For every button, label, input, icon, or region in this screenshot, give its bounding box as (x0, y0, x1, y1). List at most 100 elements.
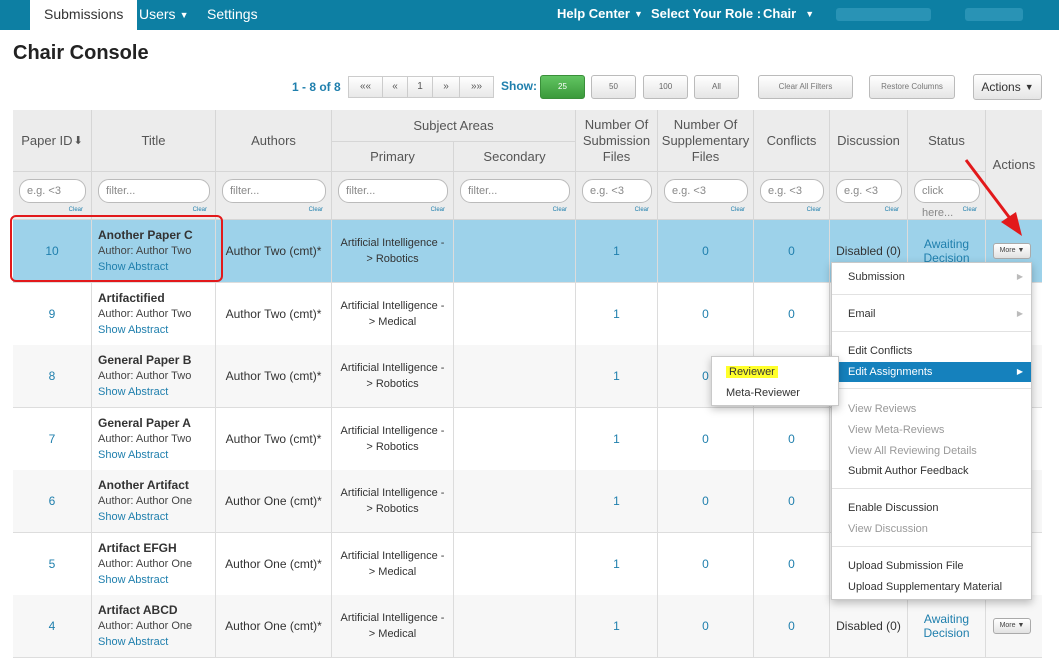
clear-filter-link[interactable]: Clear (731, 207, 745, 213)
page-size-25-button[interactable]: 25 (540, 75, 585, 99)
clear-filter-link[interactable]: Clear (807, 207, 821, 213)
cell-num-supplementary-files[interactable]: 0 (658, 532, 754, 595)
clear-filter-link[interactable]: Clear (431, 207, 445, 213)
col-header-authors[interactable]: Authors (216, 110, 332, 172)
more-actions-button[interactable]: More ▼ (993, 618, 1031, 634)
first-page-button[interactable]: «« (348, 76, 383, 98)
cell-num-submission-files[interactable]: 1 (576, 407, 658, 470)
cell-paper-id[interactable]: 8 (13, 345, 92, 407)
cell-num-supplementary-files[interactable]: 0 (658, 282, 754, 345)
cell-paper-id[interactable]: 5 (13, 532, 92, 595)
col-header-conflicts[interactable]: Conflicts (754, 110, 830, 172)
tab-settings[interactable]: Settings (207, 0, 258, 30)
clear-filter-link[interactable]: Clear (309, 207, 323, 213)
role-selector[interactable]: Chair ▼ (763, 0, 814, 30)
clear-filter-link[interactable]: Clear (193, 207, 207, 213)
cell-conflicts[interactable]: 0 (754, 282, 830, 345)
show-abstract-link[interactable]: Show Abstract (98, 574, 168, 586)
user-account-blurred[interactable] (836, 8, 931, 21)
menu-item-enable-discussion[interactable]: Enable Discussion (832, 498, 1031, 518)
col-header-discussion[interactable]: Discussion (830, 110, 908, 172)
cell-num-submission-files[interactable]: 1 (576, 282, 658, 345)
col-header-secondary[interactable]: Secondary (454, 142, 576, 172)
filter-num-submission-files-input[interactable]: e.g. <3 (582, 179, 652, 203)
signout-blurred[interactable] (965, 8, 1023, 21)
cell-num-supplementary-files[interactable]: 0 (658, 470, 754, 532)
help-center-menu[interactable]: Help Center ▼ (557, 0, 643, 30)
col-header-num-supplementary-files[interactable]: Number Of Supplementary Files (658, 110, 754, 172)
page-size-50-button[interactable]: 50 (591, 75, 636, 99)
menu-item-submit-author-feedback[interactable]: Submit Author Feedback (832, 461, 1031, 481)
menu-item-view-discussion[interactable]: View Discussion (832, 519, 1031, 539)
clear-filter-link[interactable]: Clear (69, 207, 83, 213)
filter-paper-id-input[interactable]: e.g. <3 (19, 179, 86, 203)
cell-num-submission-files[interactable]: 1 (576, 595, 658, 657)
show-abstract-link[interactable]: Show Abstract (98, 324, 168, 336)
page-size-100-button[interactable]: 100 (643, 75, 688, 99)
col-header-status[interactable]: Status (908, 110, 986, 172)
filter-status-input[interactable]: click here... (914, 179, 980, 219)
submenu-item-reviewer[interactable]: Reviewer (726, 363, 778, 381)
clear-filter-link[interactable]: Clear (635, 207, 649, 213)
menu-item-email[interactable]: Email ▶ (832, 304, 1031, 324)
more-actions-button[interactable]: More ▼ (993, 243, 1031, 259)
tab-users[interactable]: Users ▼ (139, 0, 188, 30)
cell-conflicts[interactable]: 0 (754, 595, 830, 657)
cell-num-supplementary-files[interactable]: 0 (658, 220, 754, 282)
cell-num-supplementary-files[interactable]: 0 (658, 407, 754, 470)
menu-item-upload-supplementary-material[interactable]: Upload Supplementary Material (832, 577, 1031, 597)
show-abstract-link[interactable]: Show Abstract (98, 511, 168, 523)
cell-num-submission-files[interactable]: 1 (576, 345, 658, 407)
filter-num-supplementary-files-input[interactable]: e.g. <3 (664, 179, 748, 203)
cell-paper-id[interactable]: 4 (13, 595, 92, 657)
cell-conflicts[interactable]: 0 (754, 470, 830, 532)
col-header-paper-id[interactable]: Paper ID ⬇ (13, 110, 92, 172)
clear-filter-link[interactable]: Clear (553, 207, 567, 213)
col-header-primary[interactable]: Primary (332, 142, 454, 172)
prev-page-button[interactable]: « (382, 76, 408, 98)
cell-conflicts[interactable]: 0 (754, 220, 830, 282)
cell-secondary-subject (454, 282, 576, 345)
clear-filter-link[interactable]: Clear (885, 207, 899, 213)
cell-status[interactable]: Awaiting Decision (908, 595, 986, 657)
restore-columns-button[interactable]: Restore Columns (869, 75, 955, 99)
filter-primary-input[interactable]: filter... (338, 179, 448, 203)
filter-discussion-input[interactable]: e.g. <3 (836, 179, 902, 203)
menu-item-edit-assignments[interactable]: Edit Assignments ▶ (832, 362, 1031, 382)
submenu-item-meta-reviewer[interactable]: Meta-Reviewer (726, 384, 800, 402)
filter-secondary-input[interactable]: filter... (460, 179, 570, 203)
show-abstract-link[interactable]: Show Abstract (98, 449, 168, 461)
menu-item-submission[interactable]: Submission ▶ (832, 267, 1031, 287)
page-size-all-button[interactable]: All (694, 75, 739, 99)
tab-submissions[interactable]: Submissions (30, 0, 138, 30)
show-abstract-link[interactable]: Show Abstract (98, 636, 168, 648)
show-abstract-link[interactable]: Show Abstract (98, 386, 168, 398)
cell-conflicts[interactable]: 0 (754, 532, 830, 595)
menu-item-view-reviews[interactable]: View Reviews (832, 399, 1031, 419)
menu-item-upload-submission-file[interactable]: Upload Submission File (832, 556, 1031, 576)
menu-item-view-all-reviewing-details[interactable]: View All Reviewing Details (832, 441, 1031, 461)
col-header-num-submission-files[interactable]: Number Of Submission Files (576, 110, 658, 172)
menu-item-view-meta-reviews[interactable]: View Meta-Reviews (832, 420, 1031, 440)
caret-down-icon: ▼ (1015, 622, 1025, 629)
clear-all-filters-button[interactable]: Clear All Filters (758, 75, 853, 99)
col-header-title[interactable]: Title (92, 110, 216, 172)
cell-paper-id[interactable]: 7 (13, 407, 92, 470)
filter-authors-input[interactable]: filter... (222, 179, 326, 203)
cell-num-supplementary-files[interactable]: 0 (658, 595, 754, 657)
menu-item-edit-conflicts[interactable]: Edit Conflicts (832, 341, 1031, 361)
actions-dropdown-button[interactable]: Actions ▼ (973, 74, 1042, 100)
filter-title-input[interactable]: filter... (98, 179, 210, 203)
cell-conflicts[interactable]: 0 (754, 407, 830, 470)
last-page-button[interactable]: »» (459, 76, 494, 98)
filter-conflicts-input[interactable]: e.g. <3 (760, 179, 824, 203)
cell-num-submission-files[interactable]: 1 (576, 470, 658, 532)
cell-paper-id[interactable]: 6 (13, 470, 92, 532)
cell-num-submission-files[interactable]: 1 (576, 532, 658, 595)
cell-paper-id[interactable]: 9 (13, 282, 92, 345)
clear-filter-link[interactable]: Clear (963, 207, 977, 213)
help-center-label: Help Center (557, 6, 630, 21)
page-number-button[interactable]: 1 (407, 76, 433, 98)
cell-num-submission-files[interactable]: 1 (576, 220, 658, 282)
next-page-button[interactable]: » (432, 76, 460, 98)
